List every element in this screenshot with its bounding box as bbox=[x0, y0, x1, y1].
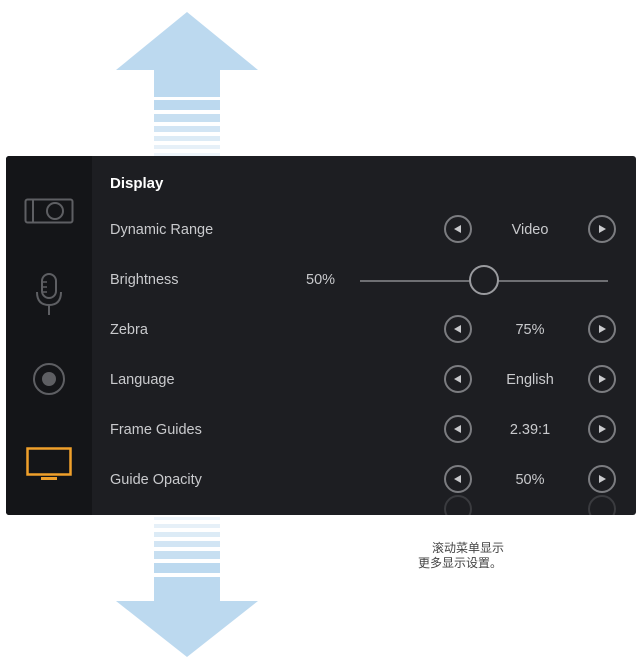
setting-row-brightness: Brightness 50% bbox=[92, 260, 636, 300]
setting-value: 50% bbox=[515, 472, 545, 488]
scroll-up-arrow-icon bbox=[116, 12, 258, 157]
previous-option-button[interactable] bbox=[444, 365, 472, 393]
sidebar-item-display[interactable] bbox=[6, 447, 92, 481]
next-option-button-partial[interactable] bbox=[588, 495, 616, 515]
triangle-right-icon bbox=[599, 475, 606, 483]
setting-value: Video bbox=[511, 222, 549, 238]
scroll-caption: 滚动菜单显示 更多显示设置。 bbox=[418, 541, 558, 571]
caption-line-2: 更多显示设置。 bbox=[418, 556, 503, 570]
setting-row-dynamic-range: Dynamic Range Video bbox=[92, 210, 636, 250]
menu-title: Display bbox=[110, 175, 164, 192]
setting-row-zebra: Zebra 75% bbox=[92, 310, 636, 350]
next-option-button[interactable] bbox=[588, 465, 616, 493]
caption-line-1: 滚动菜单显示 bbox=[432, 541, 505, 555]
monitor-icon bbox=[26, 447, 72, 480]
previous-option-button[interactable] bbox=[444, 215, 472, 243]
setting-row-guide-opacity: Guide Opacity 50% bbox=[92, 460, 636, 500]
setting-label: Zebra bbox=[110, 322, 148, 338]
display-settings-list: Display Dynamic Range Video Brightness 5… bbox=[92, 156, 636, 515]
triangle-right-icon bbox=[599, 325, 606, 333]
setting-value: 75% bbox=[515, 322, 545, 338]
triangle-right-icon bbox=[599, 225, 606, 233]
setting-label: Guide Opacity bbox=[110, 472, 202, 488]
triangle-left-icon bbox=[454, 375, 461, 383]
settings-sidebar bbox=[6, 156, 92, 515]
previous-option-button[interactable] bbox=[444, 465, 472, 493]
setting-label: Language bbox=[110, 372, 175, 388]
sidebar-item-audio[interactable] bbox=[6, 272, 92, 318]
camera-icon bbox=[24, 198, 74, 224]
setting-value: 2.39:1 bbox=[509, 422, 551, 438]
setting-label: Dynamic Range bbox=[110, 222, 214, 238]
sidebar-item-camera[interactable] bbox=[6, 198, 92, 224]
triangle-left-icon bbox=[454, 325, 461, 333]
brightness-value: 50% bbox=[306, 272, 336, 288]
setting-value: English bbox=[506, 372, 554, 388]
scroll-down-arrow-icon bbox=[116, 517, 258, 657]
next-option-button[interactable] bbox=[588, 365, 616, 393]
brightness-slider-thumb[interactable] bbox=[469, 265, 499, 295]
sidebar-item-record[interactable] bbox=[6, 362, 92, 396]
next-option-button[interactable] bbox=[588, 215, 616, 243]
next-row-peek bbox=[92, 495, 636, 515]
next-option-button[interactable] bbox=[588, 315, 616, 343]
setting-row-frame-guides: Frame Guides 2.39:1 bbox=[92, 410, 636, 450]
setting-label: Frame Guides bbox=[110, 422, 202, 438]
triangle-left-icon bbox=[454, 425, 461, 433]
triangle-left-icon bbox=[454, 475, 461, 483]
triangle-right-icon bbox=[599, 375, 606, 383]
microphone-icon bbox=[36, 273, 62, 315]
triangle-left-icon bbox=[454, 225, 461, 233]
setting-label: Brightness bbox=[110, 272, 179, 288]
triangle-right-icon bbox=[599, 425, 606, 433]
previous-option-button[interactable] bbox=[444, 415, 472, 443]
previous-option-button-partial[interactable] bbox=[444, 495, 472, 515]
record-icon bbox=[33, 363, 65, 395]
setting-row-language: Language English bbox=[92, 360, 636, 400]
camera-settings-panel: Display Dynamic Range Video Brightness 5… bbox=[6, 156, 636, 515]
next-option-button[interactable] bbox=[588, 415, 616, 443]
previous-option-button[interactable] bbox=[444, 315, 472, 343]
